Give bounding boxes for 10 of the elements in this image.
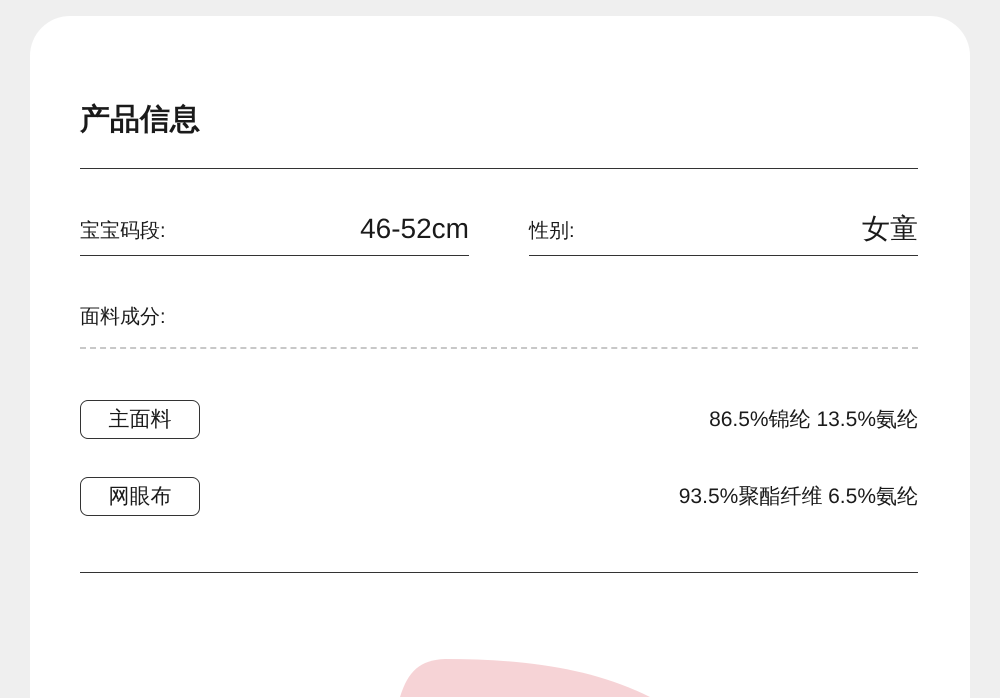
fabric-label: 面料成分: [80,306,166,328]
spec-value: 46-52cm [360,212,469,246]
fabric-tag: 网眼布 [80,477,200,516]
fabric-value: 86.5%锦纶 13.5%氨纶 [709,406,918,433]
spec-value: 女童 [862,212,918,246]
section-title: 产品信息 [80,98,918,169]
spec-label: 宝宝码段: [80,219,166,244]
fabric-value: 93.5%聚酯纤维 6.5%氨纶 [678,484,918,510]
fabric-tag: 主面料 [80,400,200,439]
spec-label: 性别: [529,219,575,244]
